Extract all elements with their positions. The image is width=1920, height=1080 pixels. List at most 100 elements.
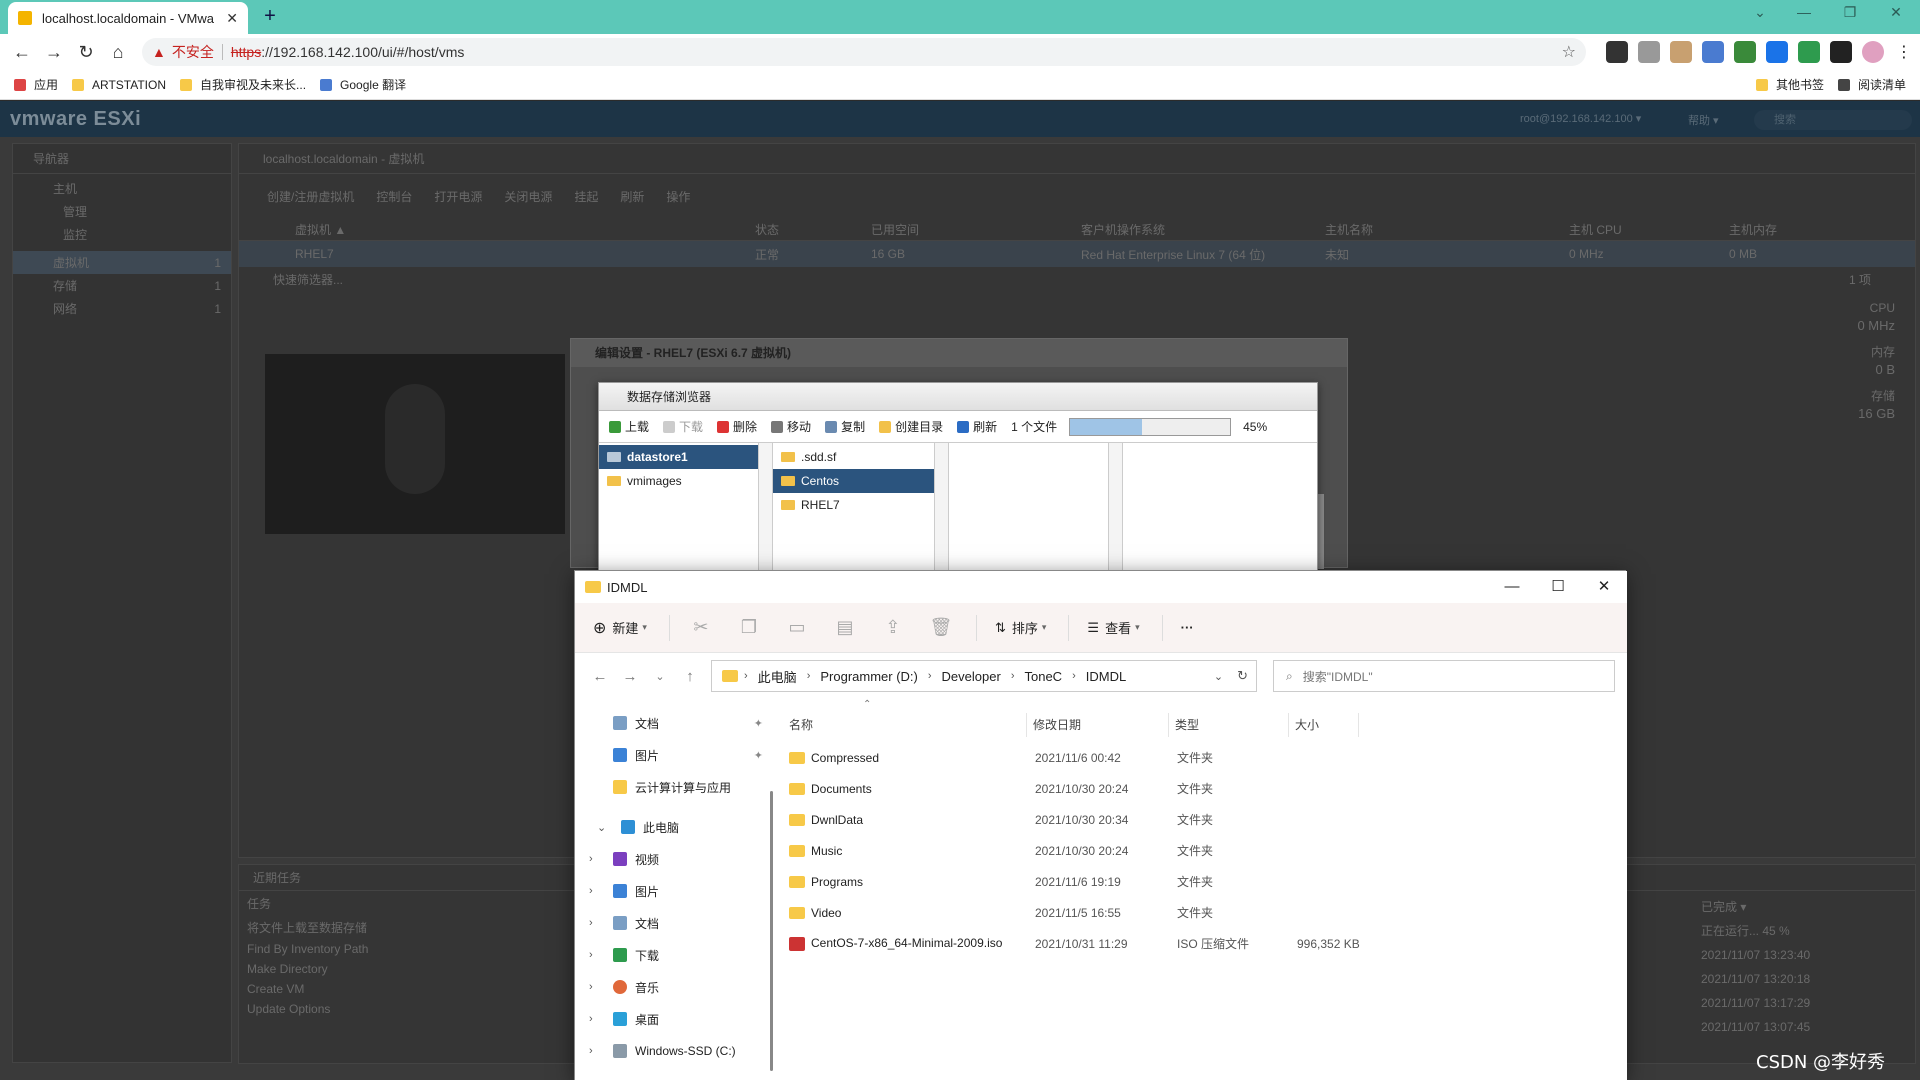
extension-icon[interactable]	[1670, 41, 1692, 63]
quick-filter-input[interactable]: 快速筛选器...	[273, 271, 343, 288]
chevron-right-icon[interactable]: ›	[589, 1045, 605, 1057]
folder-item[interactable]: RHEL7	[773, 493, 934, 517]
create-vm-button[interactable]: 创建/注册虚拟机	[267, 188, 354, 205]
shield-icon[interactable]	[1798, 41, 1820, 63]
list-item[interactable]: DwnlData 2021/10/30 20:34 文件夹	[773, 804, 1627, 835]
extension-icon[interactable]	[1606, 41, 1628, 63]
bookmark-google-translate[interactable]: Google 翻译	[320, 76, 406, 93]
reading-list[interactable]: 阅读清单	[1837, 76, 1906, 93]
copy-button[interactable]: 复制	[825, 418, 865, 435]
share-icon[interactable]: ⇪	[880, 617, 906, 638]
nav-storage[interactable]: 存储 1	[13, 274, 231, 297]
folder-item[interactable]: .sdd.sf	[773, 445, 934, 469]
more-options-button[interactable]: ···	[1181, 620, 1194, 635]
extension-icon[interactable]	[1638, 41, 1660, 63]
breadcrumb-item[interactable]: 此电脑	[758, 667, 797, 686]
col-name[interactable]: 名称	[783, 713, 1027, 737]
col-cpu[interactable]: 主机 CPU	[1569, 221, 1729, 238]
copy-icon[interactable]: ❐	[736, 617, 762, 638]
table-row[interactable]: RHEL7 正常 16 GB Red Hat Enterprise Linux …	[239, 241, 1915, 267]
move-button[interactable]: 移动	[771, 418, 811, 435]
download-button[interactable]: 下载	[663, 418, 703, 435]
restore-button[interactable]: ❐	[1830, 4, 1870, 21]
datastore-item[interactable]: datastore1	[599, 445, 758, 469]
upload-button[interactable]: 上载	[609, 418, 649, 435]
avatar[interactable]	[1862, 41, 1884, 63]
extension-icon[interactable]	[1766, 41, 1788, 63]
nav-item-c-drive[interactable]: › Windows-SSD (C:)	[575, 1035, 773, 1067]
nav-vms[interactable]: 虚拟机 1	[13, 251, 231, 274]
breadcrumb-item[interactable]: Developer	[942, 669, 1001, 684]
nav-item-music[interactable]: › 音乐	[575, 971, 773, 1003]
up-icon[interactable]: ↑	[675, 668, 705, 685]
col-vm[interactable]: 虚拟机 ▲	[295, 221, 755, 238]
list-item[interactable]: CentOS-7-x86_64-Minimal-2009.iso 2021/10/…	[773, 928, 1627, 959]
warning-icon[interactable]: ▲	[152, 44, 166, 60]
search-input[interactable]: ⌕ 搜索"IDMDL"	[1273, 660, 1615, 692]
esxi-user-menu[interactable]: root@192.168.142.100 ▾	[1520, 112, 1641, 125]
list-item[interactable]: Video 2021/11/5 16:55 文件夹	[773, 897, 1627, 928]
back-icon[interactable]: ←	[6, 36, 38, 68]
home-icon[interactable]: ⌂	[102, 36, 134, 68]
col-status[interactable]: 状态	[755, 221, 871, 238]
col-hostname[interactable]: 主机名称	[1325, 221, 1569, 238]
rename-icon[interactable]: ▤	[832, 617, 858, 638]
browser-tab[interactable]: localhost.localdomain - VMwa ✕	[8, 2, 248, 34]
column-splitter[interactable]	[759, 443, 773, 573]
chevron-right-icon[interactable]: ›	[589, 949, 605, 961]
address-bar[interactable]: ▲ 不安全 https ://192.168.142.100/ui/#/host…	[142, 38, 1586, 66]
chevron-right-icon[interactable]: ›	[589, 853, 605, 865]
close-button[interactable]: ✕	[1581, 571, 1627, 603]
create-directory-button[interactable]: 创建目录	[879, 418, 943, 435]
menu-dots-icon[interactable]: ⋮	[1896, 42, 1912, 62]
bookmark-artstation[interactable]: ARTSTATION	[72, 78, 166, 92]
chevron-right-icon[interactable]: ›	[1072, 670, 1076, 682]
minimize-button[interactable]: —	[1489, 571, 1535, 603]
chevron-right-icon[interactable]: ›	[589, 917, 605, 929]
paste-icon[interactable]: ▭	[784, 617, 810, 638]
nav-host[interactable]: 主机	[13, 174, 231, 200]
nav-item-downloads[interactable]: › 下载	[575, 939, 773, 971]
nav-item-this-pc[interactable]: ⌄ 此电脑	[575, 811, 773, 843]
view-button[interactable]: ☰ 查看 ▾	[1087, 618, 1139, 637]
folder-item-selected[interactable]: Centos	[773, 469, 934, 493]
nav-item-desktop[interactable]: › 桌面	[575, 1003, 773, 1035]
new-button[interactable]: ⊕ 新建 ▾	[593, 618, 647, 638]
chevron-right-icon[interactable]: ›	[589, 1013, 605, 1025]
column-splitter[interactable]	[1109, 443, 1123, 573]
refresh-button[interactable]: 刷新	[620, 188, 644, 205]
close-tab-icon[interactable]: ✕	[226, 10, 238, 27]
suspend-button[interactable]: 挂起	[574, 188, 598, 205]
list-item[interactable]: Documents 2021/10/30 20:24 文件夹	[773, 773, 1627, 804]
actions-button[interactable]: 操作	[666, 188, 690, 205]
console-button[interactable]: 控制台	[376, 188, 412, 205]
datastore-item[interactable]: vmimages	[599, 469, 758, 493]
close-window-button[interactable]: ✕	[1876, 4, 1916, 21]
sort-button[interactable]: ⇅ 排序 ▾	[995, 618, 1046, 637]
new-tab-button[interactable]: +	[258, 5, 282, 29]
maximize-button[interactable]: ☐	[1535, 571, 1581, 603]
power-off-button[interactable]: 关闭电源	[504, 188, 552, 205]
chevron-down-icon[interactable]: ⌄	[597, 821, 613, 834]
vm-console-thumbnail[interactable]	[265, 354, 565, 534]
nav-item-videos[interactable]: › 视频	[575, 843, 773, 875]
insecure-label[interactable]: 不安全	[172, 42, 214, 62]
chevron-right-icon[interactable]: ›	[744, 670, 748, 682]
chevron-right-icon[interactable]: ›	[807, 670, 811, 682]
refresh-icon[interactable]: ↻	[1237, 668, 1248, 684]
col-mem[interactable]: 主机内存	[1729, 221, 1777, 238]
forward-icon[interactable]: →	[38, 36, 70, 68]
chevron-right-icon[interactable]: ›	[928, 670, 932, 682]
nav-item-pictures[interactable]: 图片 ✦	[575, 739, 773, 771]
extension-icon[interactable]	[1734, 41, 1756, 63]
col-type[interactable]: 类型	[1169, 713, 1289, 737]
breadcrumb-address-bar[interactable]: › 此电脑 › Programmer (D:) › Developer › To…	[711, 660, 1257, 692]
breadcrumb-item[interactable]: IDMDL	[1086, 669, 1126, 684]
cut-icon[interactable]: ✂	[688, 617, 714, 638]
tab-search-icon[interactable]: ⌄	[1740, 4, 1780, 21]
col-os[interactable]: 客户机操作系统	[1081, 221, 1325, 238]
minimize-button[interactable]: —	[1784, 4, 1824, 20]
forward-icon[interactable]: →	[615, 668, 645, 685]
power-on-button[interactable]: 打开电源	[434, 188, 482, 205]
col-size[interactable]: 大小	[1289, 713, 1359, 737]
